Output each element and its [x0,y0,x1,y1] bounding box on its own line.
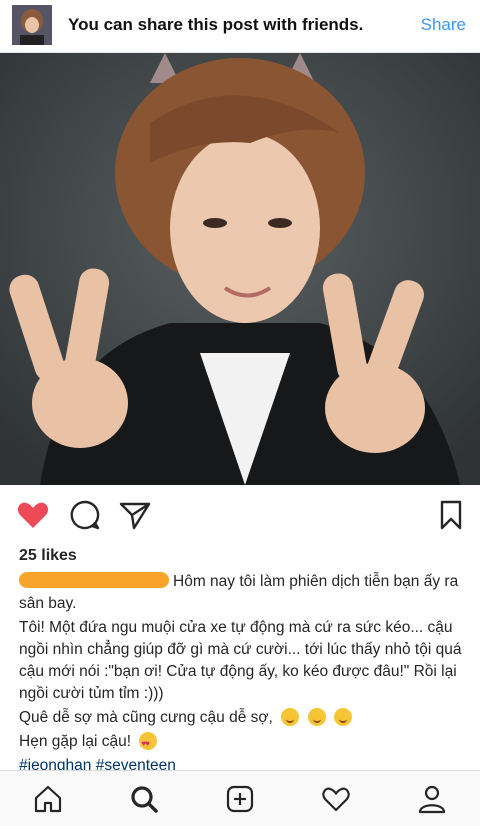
post-action-bar [0,490,480,540]
home-icon[interactable] [32,783,64,815]
post-caption: Hôm nay tôi làm phiên dịch tiễn bạn ấy r… [19,571,467,779]
add-icon[interactable] [224,783,256,815]
caption-text-3: Quê dễ sợ mà cũng cưng cậu dễ sợ, [19,709,273,726]
bottom-nav [0,770,480,826]
post-photo[interactable] [0,53,480,485]
activity-heart-icon[interactable] [320,783,352,815]
username-highlight[interactable] [19,572,169,588]
bookmark-icon[interactable] [434,498,468,532]
caption-line-3: Quê dễ sợ mà cũng cưng cậu dễ sợ, [19,707,467,729]
profile-icon[interactable] [416,783,448,815]
search-icon[interactable] [128,783,160,815]
blush-emoji-icon [333,708,352,726]
blush-emoji-icon [307,708,326,726]
comment-icon[interactable] [68,498,102,532]
send-icon[interactable] [118,498,152,532]
caption-line-2: Tôi! Một đứa ngu muội cửa xe tự động mà … [19,619,462,702]
caption-line-4: Hẹn gặp lại cậu! [19,731,467,755]
caption-text-4: Hẹn gặp lại cậu! [19,733,132,750]
heart-eyes-emoji-icon [139,732,158,755]
caption-line-1: Hôm nay tôi làm phiên dịch tiễn bạn ấy r… [19,571,467,615]
share-banner: You can share this post with friends. Sh… [0,0,480,53]
blush-emoji-icon [281,708,300,726]
share-button[interactable]: Share [421,15,466,35]
post-thumbnail [12,5,52,45]
heart-icon[interactable] [16,498,50,532]
banner-message: You can share this post with friends. [68,15,364,34]
likes-count[interactable]: 25 likes [19,547,77,565]
